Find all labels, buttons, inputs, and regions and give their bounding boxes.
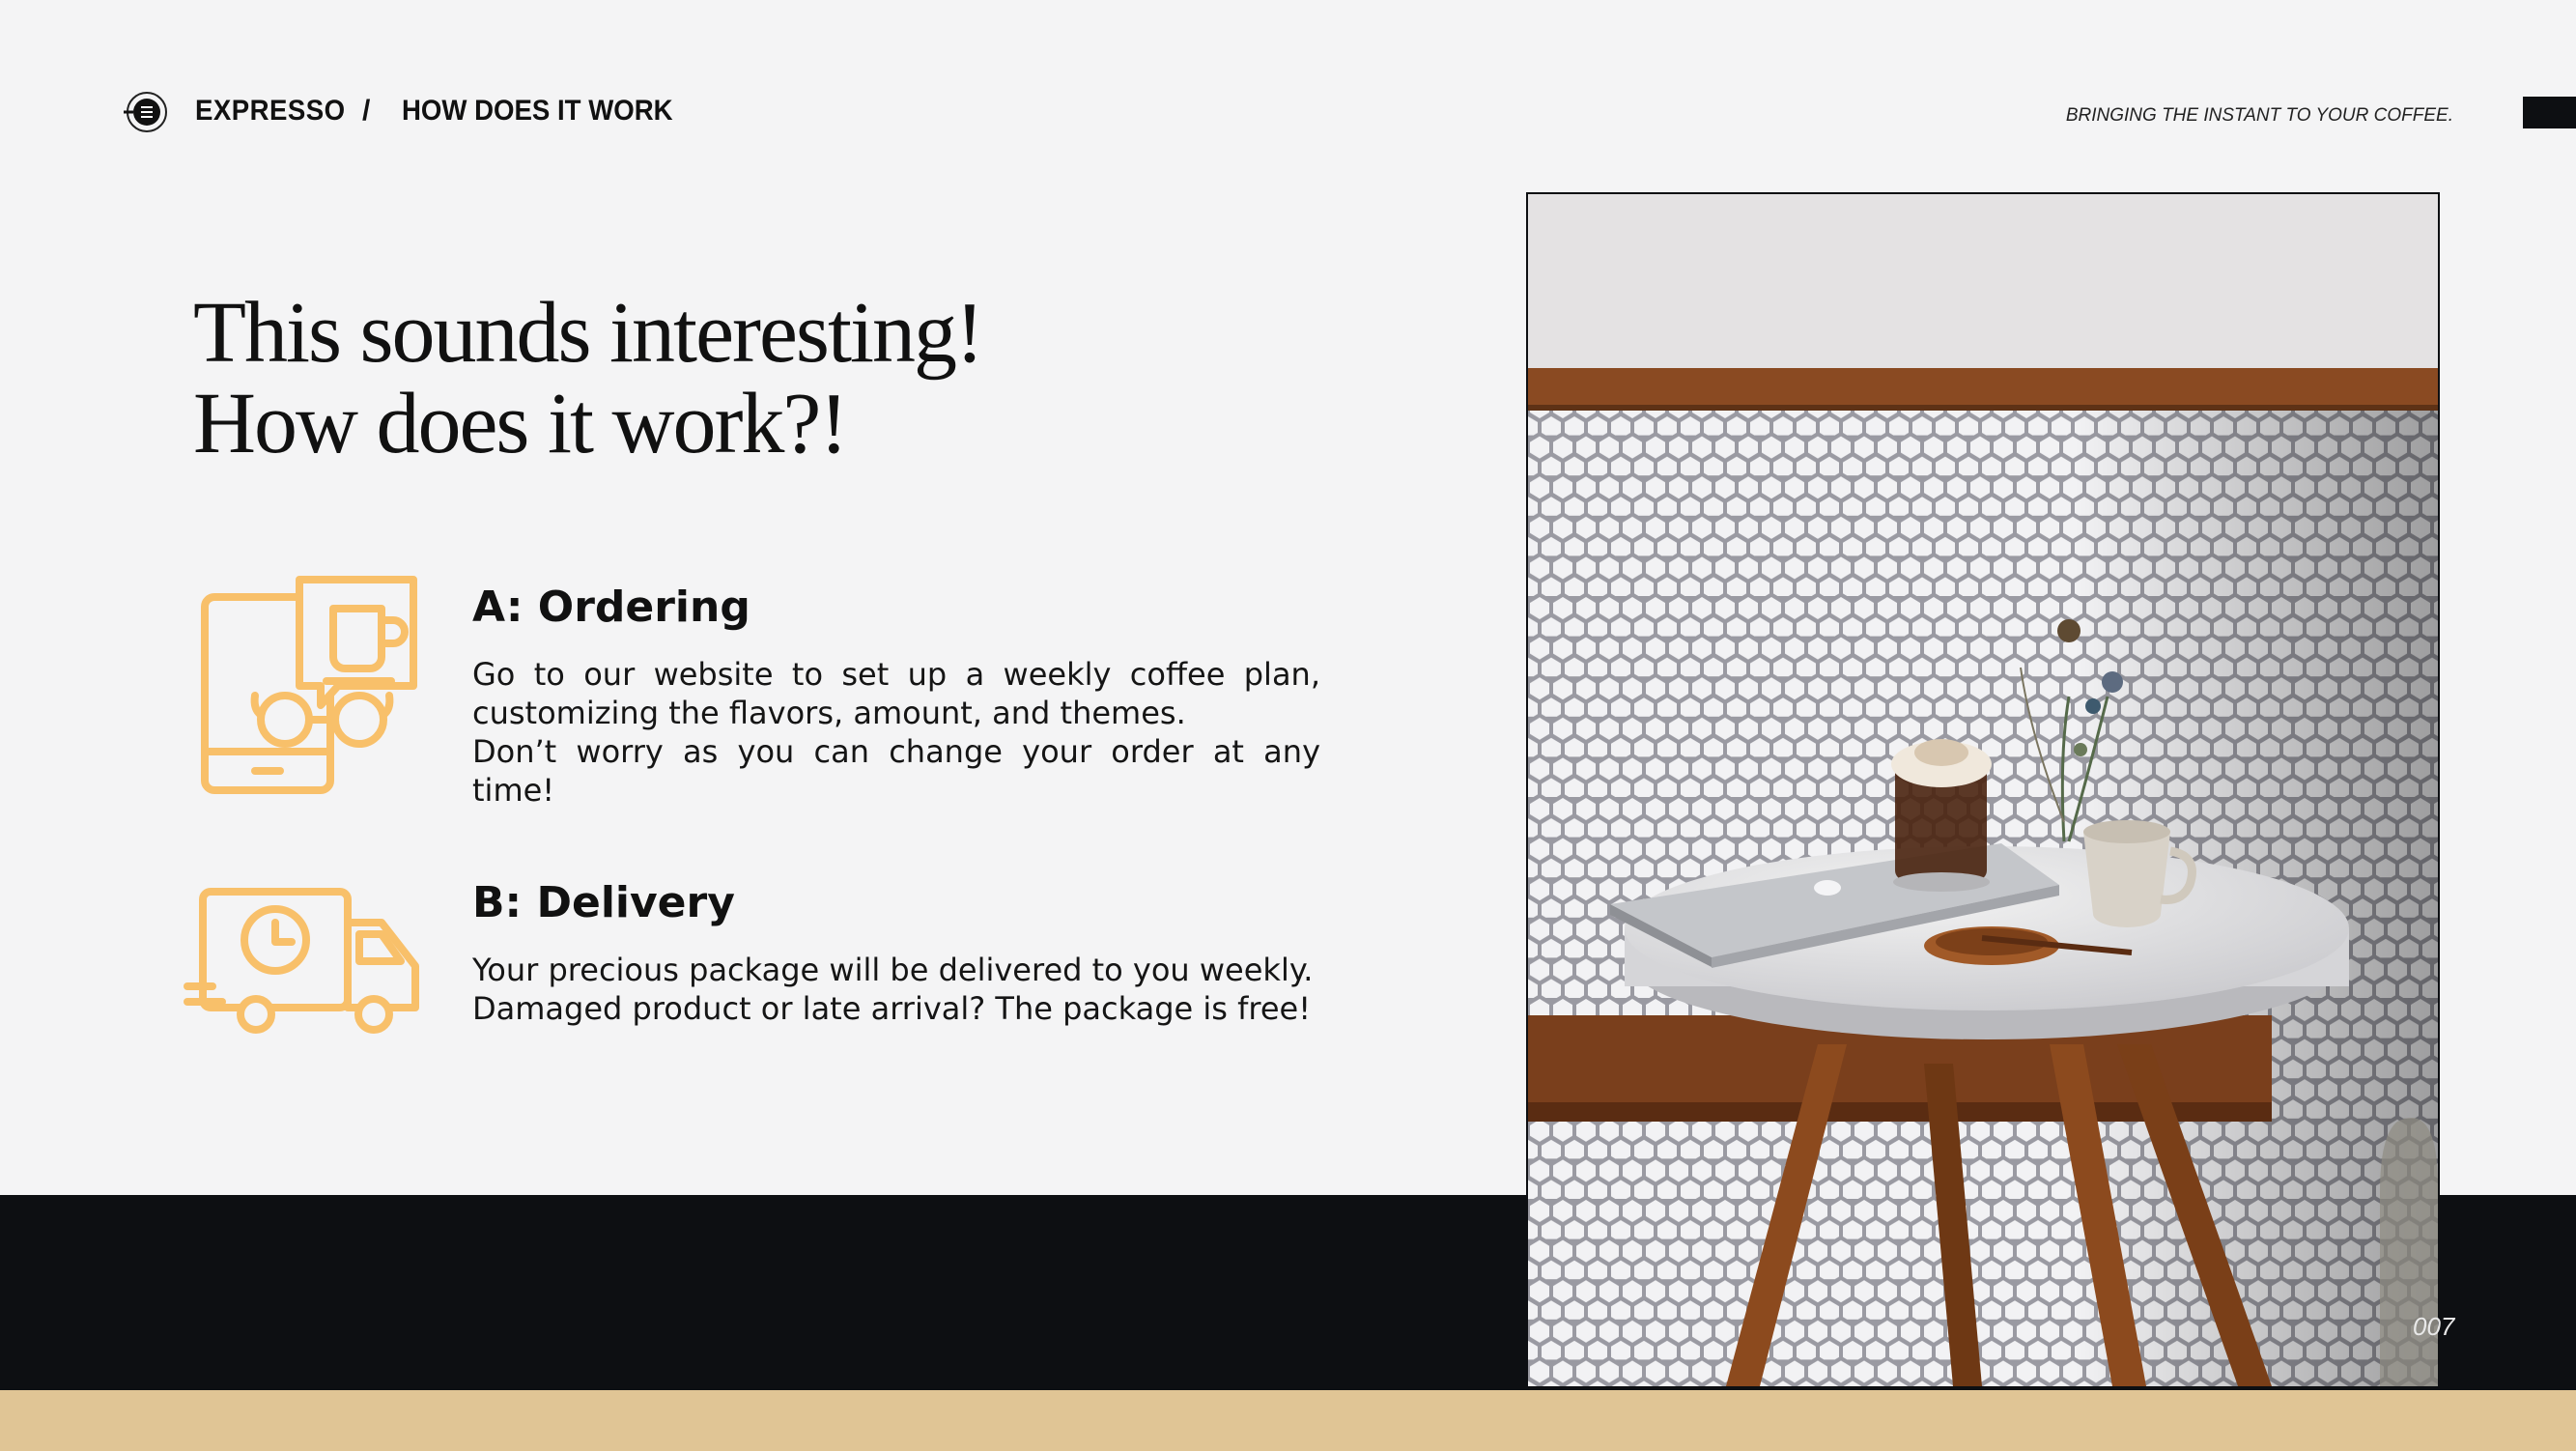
coffee-table-photo (1526, 192, 2440, 1388)
feature-body-delivery: Your precious package will be delivered … (472, 951, 1320, 1028)
feature-title-delivery: B: Delivery (472, 878, 735, 927)
page-heading: This sounds interesting! How does it wor… (193, 285, 984, 471)
delivery-truck-clock-icon (184, 888, 419, 1034)
delivery-line-1: Your precious package will be delivered … (472, 952, 1314, 988)
feature-title-ordering: A: Ordering (472, 583, 750, 632)
brand-name[interactable]: EXPRESSO (195, 95, 346, 128)
delivery-line-2: Damaged product or late arrival? The pac… (472, 990, 1312, 1027)
feature-body-ordering: Go to our website to set up a weekly cof… (472, 655, 1320, 810)
heading-line-2: How does it work?! (193, 376, 848, 471)
tagline: BRINGING THE INSTANT TO YOUR COFFEE. (2065, 105, 2453, 126)
heading-line-1: This sounds interesting! (193, 285, 984, 381)
top-bar: EXPRESSO / HOW DOES IT WORK BRINGING THE… (0, 0, 2576, 193)
breadcrumb-separator: / (362, 95, 371, 127)
breadcrumb-section[interactable]: HOW DOES IT WORK (402, 95, 673, 128)
ordering-line-3: Don’t worry as you can change your order… (472, 733, 1320, 809)
ordering-line-1: Go to our website to set up a weekly cof… (472, 656, 1320, 693)
phone-coffee-chat-icon (201, 576, 417, 794)
corner-block (2523, 97, 2576, 128)
photo-illustration (1528, 194, 2438, 1386)
footer-tan-band (0, 1388, 2576, 1451)
page-number: 007 (2413, 1312, 2455, 1341)
menu-circle-icon[interactable] (122, 89, 168, 135)
ordering-line-2: customizing the flavors, amount, and the… (472, 695, 1186, 731)
